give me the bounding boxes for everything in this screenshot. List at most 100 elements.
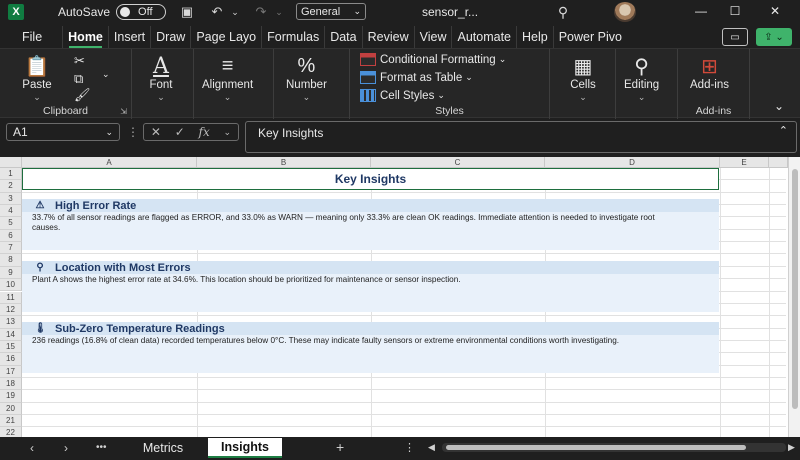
row-header[interactable]: 11: [0, 291, 22, 304]
tab-page-layout[interactable]: Page Layo: [191, 26, 263, 48]
row-header[interactable]: 17: [0, 365, 22, 378]
number-button[interactable]: % Number ⌄: [286, 53, 327, 103]
column-header-d[interactable]: D: [545, 157, 720, 168]
tab-view[interactable]: View: [415, 26, 453, 48]
chevron-up-icon[interactable]: ⌃: [779, 124, 788, 137]
horizontal-scrollbar[interactable]: [442, 443, 786, 452]
sheet-tab-insights[interactable]: Insights: [208, 438, 282, 458]
row-header[interactable]: 10: [0, 279, 22, 292]
insight-section-high-error[interactable]: ⚠ High Error Rate 33.7% of all sensor re…: [22, 199, 719, 250]
sheet-tab-metrics[interactable]: Metrics: [128, 438, 198, 458]
row-header[interactable]: 1: [0, 168, 22, 181]
cell-styles-button[interactable]: Cell Styles ⌄: [360, 89, 445, 102]
cancel-icon[interactable]: ✕: [151, 125, 161, 139]
conditional-formatting-button[interactable]: Conditional Formatting ⌄: [360, 53, 506, 66]
font-button[interactable]: A Font ⌄: [146, 53, 176, 103]
cut-icon[interactable]: ✂: [74, 53, 85, 69]
save-icon[interactable]: ▣: [178, 3, 196, 21]
undo-icon[interactable]: ↶: [208, 3, 226, 21]
scroll-left-icon[interactable]: ◀: [428, 442, 435, 453]
row-header[interactable]: 5: [0, 217, 22, 230]
tab-automate[interactable]: Automate: [452, 26, 517, 48]
copy-dropdown-icon[interactable]: ⌄: [102, 69, 110, 80]
row-header[interactable]: 2: [0, 180, 22, 193]
editing-button[interactable]: ⚲ Editing ⌄: [624, 53, 659, 103]
row-header[interactable]: 8: [0, 254, 22, 267]
row-header[interactable]: 15: [0, 340, 22, 354]
enter-icon[interactable]: ✓: [175, 125, 185, 139]
row-header[interactable]: 9: [0, 266, 22, 280]
format-painter-icon[interactable]: 🖌: [74, 87, 91, 103]
cells-button[interactable]: ▦ Cells ⌄: [568, 53, 598, 103]
fx-icon[interactable]: fx: [199, 125, 210, 139]
more-sheets-icon[interactable]: •••: [96, 442, 107, 453]
tab-draw[interactable]: Draw: [151, 26, 192, 48]
document-title[interactable]: sensor_r...: [422, 5, 478, 19]
row-header[interactable]: 22: [0, 427, 22, 437]
tab-insert[interactable]: Insert: [109, 26, 152, 48]
row-header[interactable]: 13: [0, 316, 22, 329]
row-header[interactable]: 14: [0, 328, 22, 341]
avatar[interactable]: [614, 2, 636, 22]
tab-formulas[interactable]: Formulas: [262, 26, 326, 48]
copy-icon[interactable]: ⧉: [74, 71, 83, 87]
row-header[interactable]: 7: [0, 242, 22, 255]
redo-dropdown-icon[interactable]: ⌄: [270, 3, 288, 21]
alignment-button[interactable]: ≡ Alignment ⌄: [202, 53, 253, 103]
row-header[interactable]: 16: [0, 353, 22, 366]
minimize-icon[interactable]: —: [686, 2, 716, 20]
add-sheet-icon[interactable]: +: [336, 439, 344, 455]
column-header-f[interactable]: [769, 157, 788, 168]
column-header-a[interactable]: A: [22, 157, 197, 168]
paste-button[interactable]: 📋 Paste ⌄: [22, 53, 52, 103]
share-button[interactable]: ⇪ ⌄: [756, 28, 792, 46]
spreadsheet-grid[interactable]: A B C D E 1 2 3 4 5 6 7 8 9 10 11 12 13 14 15 16 17 18 19 2…: [0, 157, 800, 437]
next-sheet-icon[interactable]: ›: [64, 441, 68, 455]
tab-help[interactable]: Help: [517, 26, 554, 48]
column-header-b[interactable]: B: [197, 157, 371, 168]
row-header[interactable]: 18: [0, 377, 22, 391]
chevron-down-icon[interactable]: ⌄: [224, 127, 232, 138]
autosave-toggle[interactable]: Off: [116, 4, 167, 20]
insight-section-sub-zero[interactable]: 🌡 Sub-Zero Temperature Readings 236 read…: [22, 322, 719, 373]
collapse-ribbon-icon[interactable]: ⌄: [774, 99, 784, 113]
row-header[interactable]: 19: [0, 390, 22, 403]
scrollbar-thumb[interactable]: [446, 445, 746, 450]
column-header-c[interactable]: C: [371, 157, 545, 168]
formula-input[interactable]: Key Insights ⌃: [245, 121, 797, 153]
more-options-icon[interactable]: ⋮: [127, 125, 139, 139]
addins-button[interactable]: ⊞ Add-ins: [690, 53, 729, 92]
scrollbar-thumb[interactable]: [792, 169, 798, 409]
row-header[interactable]: 3: [0, 192, 22, 206]
column-header-e[interactable]: E: [720, 157, 769, 168]
row-header[interactable]: 6: [0, 229, 22, 243]
sheet-title-cell[interactable]: Key Insights: [22, 168, 719, 190]
scroll-right-icon[interactable]: ▶: [788, 442, 795, 453]
search-icon[interactable]: ⚲: [554, 3, 572, 21]
undo-dropdown-icon[interactable]: ⌄: [226, 3, 244, 21]
tab-review[interactable]: Review: [363, 26, 415, 48]
insight-section-location[interactable]: ⚲ Location with Most Errors Plant A show…: [22, 261, 719, 312]
maximize-icon[interactable]: ☐: [720, 2, 750, 20]
name-box[interactable]: A1 ⌄: [6, 123, 120, 141]
tab-home[interactable]: Home: [63, 26, 109, 48]
tab-data[interactable]: Data: [325, 26, 363, 48]
row-header[interactable]: 21: [0, 415, 22, 428]
tab-power-pivot[interactable]: Power Pivo: [554, 26, 628, 48]
sheet-options-icon[interactable]: ⋮: [404, 441, 415, 454]
row-header[interactable]: 12: [0, 303, 22, 317]
chevron-down-icon: ⌄: [105, 126, 113, 137]
dialog-launcher-icon[interactable]: ⇲: [120, 107, 127, 116]
styles-group-label: Styles: [435, 105, 464, 117]
row-header[interactable]: 20: [0, 402, 22, 415]
prev-sheet-icon[interactable]: ‹: [30, 441, 34, 455]
row-header[interactable]: 4: [0, 205, 22, 218]
comments-icon[interactable]: ▭: [722, 28, 748, 46]
close-icon[interactable]: ✕: [760, 2, 790, 20]
select-all-corner[interactable]: [0, 157, 22, 168]
redo-icon[interactable]: ↷: [252, 3, 270, 21]
tab-file[interactable]: File: [0, 26, 64, 48]
vertical-scrollbar[interactable]: [788, 157, 800, 437]
number-format-select[interactable]: General ⌄: [296, 3, 366, 20]
format-as-table-button[interactable]: Format as Table ⌄: [360, 71, 473, 84]
